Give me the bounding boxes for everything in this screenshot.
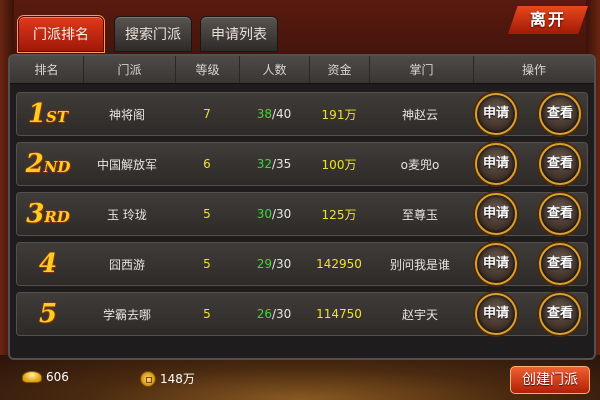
sect-funds: 191万 — [321, 107, 357, 122]
view-button[interactable]: 查看 — [539, 193, 581, 235]
sect-leader: o麦兜o — [400, 157, 440, 172]
header-level: 等级 — [176, 56, 240, 83]
create-sect-button[interactable]: 创建门派 — [510, 366, 590, 394]
sect-members: 26/30 — [256, 307, 292, 321]
sect-name: 囧西游 — [108, 257, 145, 272]
view-button[interactable]: 查看 — [539, 93, 581, 135]
row-actions: 申请 查看 — [471, 243, 587, 285]
rank-badge: 4 — [38, 249, 58, 279]
view-button[interactable]: 查看 — [539, 293, 581, 335]
coin-stat: 148万 — [140, 370, 195, 387]
coin-icon — [140, 370, 156, 387]
footer-bar: 606 148万 创建门派 — [0, 362, 600, 400]
table-row: 4 囧西游 5 29/30 142950 别问我是谁 申请 查看 — [16, 242, 588, 286]
tab-ranking[interactable]: 门派排名 — [18, 16, 104, 52]
sect-leader: 神赵云 — [401, 107, 438, 122]
table-header: 排名 门派 等级 人数 资金 掌门 操作 — [10, 56, 594, 84]
apply-button[interactable]: 申请 — [475, 243, 517, 285]
sect-name: 中国解放军 — [96, 157, 157, 172]
row-actions: 申请 查看 — [471, 143, 587, 185]
apply-button[interactable]: 申请 — [475, 93, 517, 135]
sect-leader: 至尊玉 — [401, 207, 438, 222]
ingot-count: 606 — [46, 370, 69, 384]
table-body: 1ST 神将阁 7 38/40 191万 神赵云 申请 查看 2ND 中国解放军… — [16, 92, 588, 342]
sect-level: 6 — [203, 157, 211, 171]
leave-button[interactable]: 离开 — [508, 6, 588, 34]
rank-badge: 1ST — [27, 99, 69, 129]
sect-members: 30/30 — [256, 207, 292, 221]
apply-button[interactable]: 申请 — [475, 193, 517, 235]
sect-funds: 142950 — [316, 257, 362, 271]
sect-level: 5 — [203, 207, 211, 221]
rank-badge: 3RD — [26, 199, 70, 229]
row-actions: 申请 查看 — [471, 293, 587, 335]
sect-name: 学霸去哪 — [102, 307, 151, 322]
apply-button[interactable]: 申请 — [475, 143, 517, 185]
table-row: 2ND 中国解放军 6 32/35 100万 o麦兜o 申请 查看 — [16, 142, 588, 186]
header-members: 人数 — [240, 56, 310, 83]
row-actions: 申请 查看 — [471, 93, 587, 135]
sect-members: 29/30 — [256, 257, 292, 271]
sect-funds: 100万 — [321, 157, 357, 172]
table-row: 3RD 玉 玲珑 5 30/30 125万 至尊玉 申请 查看 — [16, 192, 588, 236]
sect-level: 5 — [203, 307, 211, 321]
sect-leader: 赵宇天 — [401, 307, 438, 322]
sect-members: 32/35 — [256, 157, 292, 171]
table-row: 1ST 神将阁 7 38/40 191万 神赵云 申请 查看 — [16, 92, 588, 136]
view-button[interactable]: 查看 — [539, 143, 581, 185]
ingot-stat: 606 — [22, 370, 69, 384]
header-leader: 掌门 — [370, 56, 474, 83]
table-row: 5 学霸去哪 5 26/30 114750 赵宇天 申请 查看 — [16, 292, 588, 336]
view-button[interactable]: 查看 — [539, 243, 581, 285]
sect-funds: 114750 — [316, 307, 362, 321]
tab-search[interactable]: 搜索门派 — [114, 16, 192, 52]
tab-applications[interactable]: 申请列表 — [200, 16, 278, 52]
header-rank: 排名 — [10, 56, 84, 83]
sect-level: 7 — [203, 107, 211, 121]
ranking-panel: 排名 门派 等级 人数 资金 掌门 操作 1ST 神将阁 7 38/40 191… — [8, 54, 596, 360]
sect-level: 5 — [203, 257, 211, 271]
header-funds: 资金 — [310, 56, 370, 83]
sect-name: 神将阁 — [108, 107, 145, 122]
sect-leader: 别问我是谁 — [389, 257, 450, 272]
rank-badge: 2ND — [25, 149, 71, 179]
row-actions: 申请 查看 — [471, 193, 587, 235]
rank-badge: 5 — [38, 299, 58, 329]
apply-button[interactable]: 申请 — [475, 293, 517, 335]
gold-ingot-icon — [22, 371, 42, 383]
header-actions: 操作 — [521, 63, 546, 77]
coin-count: 148万 — [160, 372, 195, 386]
sect-members: 38/40 — [256, 107, 292, 121]
sect-name: 玉 玲珑 — [107, 207, 147, 222]
sect-funds: 125万 — [321, 207, 357, 222]
tab-bar: 门派排名 搜索门派 申请列表 — [18, 16, 278, 52]
header-sect: 门派 — [84, 56, 176, 83]
